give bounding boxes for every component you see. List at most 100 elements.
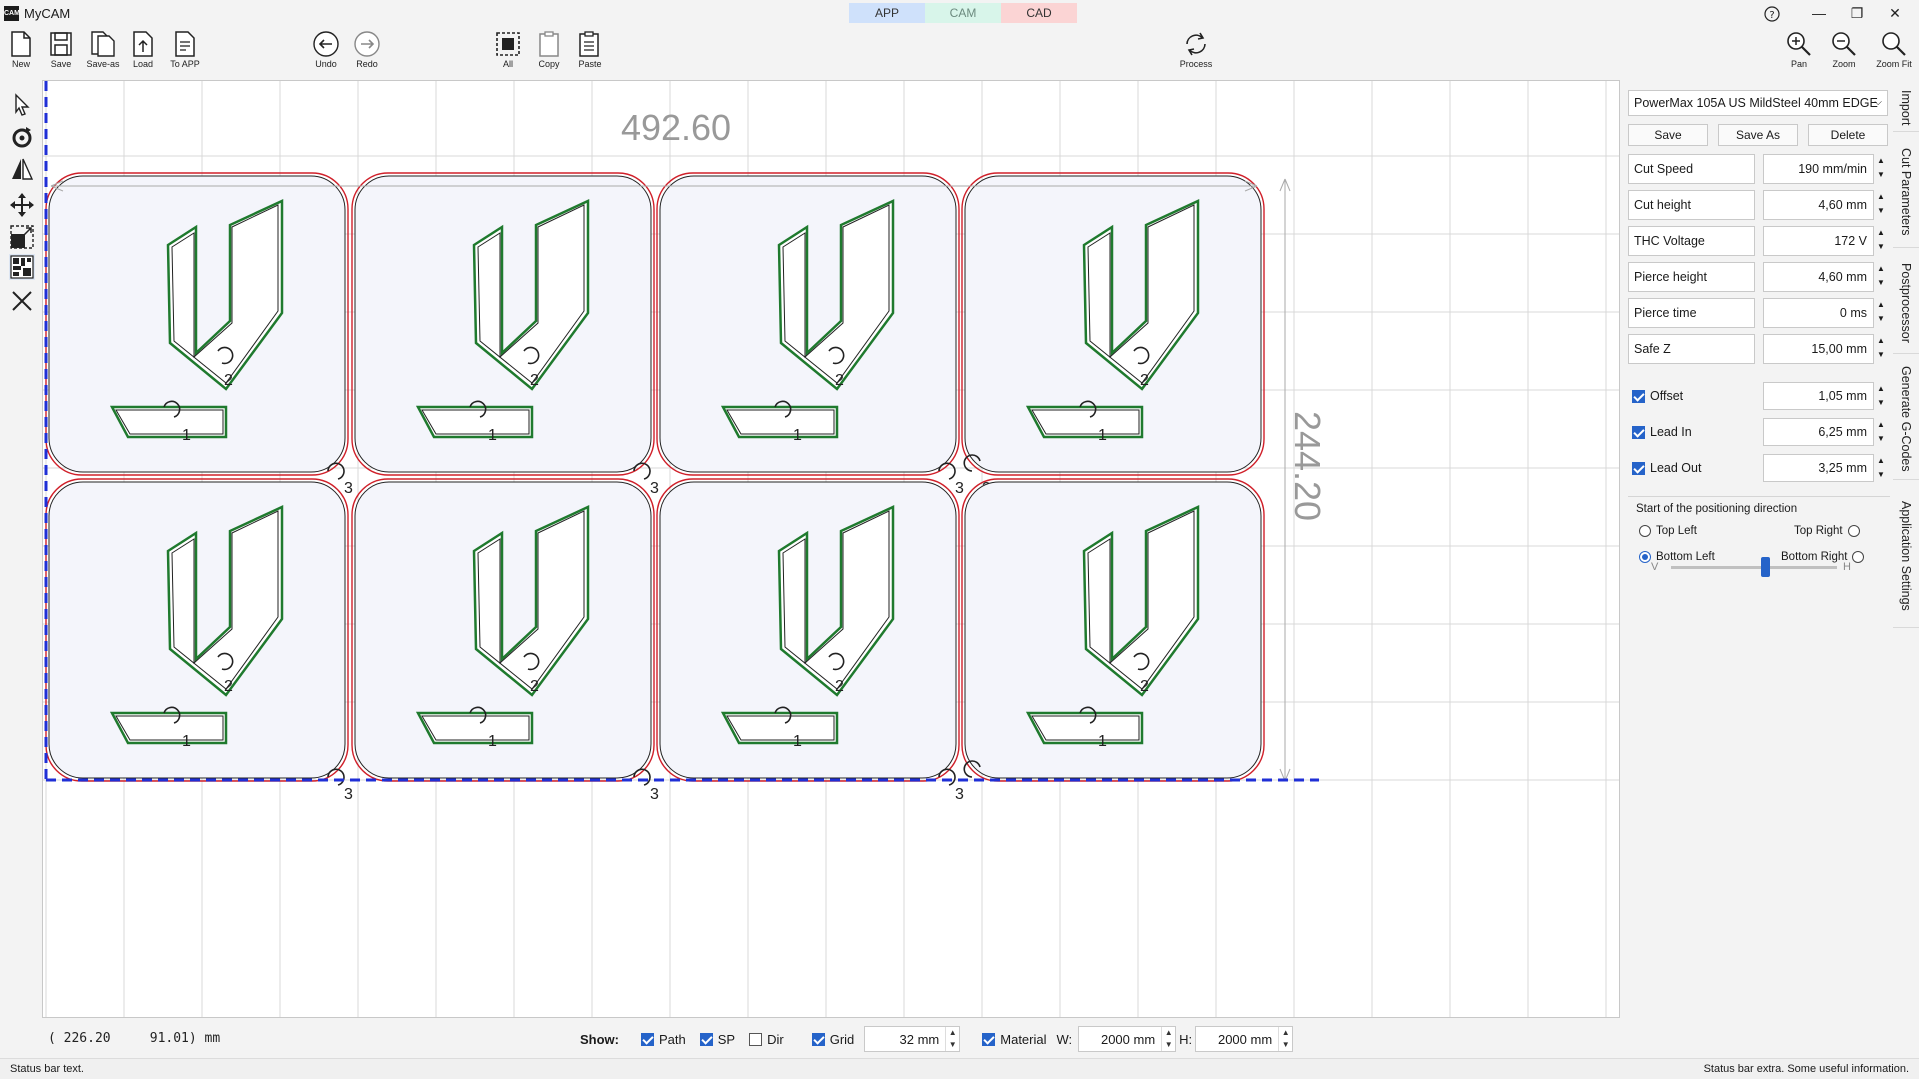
material-height-stepper[interactable]: 2000 mm ▲ ▼ bbox=[1195, 1026, 1294, 1052]
nest-tool[interactable] bbox=[9, 254, 35, 280]
offset-toggle[interactable]: Offset bbox=[1632, 389, 1683, 403]
to-app-button[interactable]: To APP bbox=[164, 30, 206, 78]
grid-size-value[interactable]: 32 mm bbox=[865, 1032, 945, 1047]
lead-in-checkbox[interactable] bbox=[1632, 425, 1645, 439]
part-0-1[interactable]: 1 2 3 bbox=[351, 172, 659, 497]
rotate-tool[interactable] bbox=[9, 124, 35, 150]
copy-button[interactable]: Copy bbox=[528, 30, 570, 78]
offset-input[interactable]: 1,05 mm bbox=[1763, 382, 1874, 410]
lead-in-input[interactable]: 6,25 mm bbox=[1763, 418, 1874, 446]
new-button[interactable]: New bbox=[0, 30, 42, 78]
material-height-value[interactable]: 2000 mm bbox=[1196, 1032, 1278, 1047]
pierce-height-input[interactable]: 4,60 mm bbox=[1763, 262, 1874, 292]
delete-tool[interactable] bbox=[9, 288, 35, 314]
lead-out-toggle[interactable]: Lead Out bbox=[1632, 461, 1701, 475]
dir-toggle[interactable]: Dir bbox=[749, 1032, 784, 1047]
part-1-1[interactable]: 1 2 3 bbox=[351, 478, 659, 803]
stepper-arrows-icon[interactable]: ▲ ▼ bbox=[1874, 454, 1888, 482]
safe-z-input[interactable]: 15,00 mm bbox=[1763, 334, 1874, 364]
stepper-arrows-icon[interactable]: ▲ ▼ bbox=[1874, 418, 1888, 446]
stepper-arrows-icon[interactable]: ▲ ▼ bbox=[1874, 190, 1888, 220]
stepper-arrows-icon[interactable]: ▲ ▼ bbox=[1874, 298, 1888, 328]
preset-save-as-button[interactable]: Save As bbox=[1718, 124, 1798, 146]
offset-checkbox[interactable] bbox=[1632, 389, 1645, 403]
radio-top-left[interactable]: Top Left bbox=[1639, 525, 1697, 537]
redo-button[interactable]: Redo bbox=[346, 30, 388, 78]
material-toggle[interactable]: Material bbox=[982, 1032, 1047, 1047]
grid-size-stepper[interactable]: 32 mm ▲ ▼ bbox=[864, 1026, 961, 1052]
cut-speed-input[interactable]: 190 mm/min bbox=[1763, 154, 1874, 184]
select-all-button[interactable]: All bbox=[487, 30, 529, 78]
pan-button[interactable]: Pan bbox=[1778, 30, 1820, 78]
stepper-arrows-icon[interactable]: ▲ ▼ bbox=[1278, 1027, 1292, 1051]
process-button[interactable]: Process bbox=[1174, 30, 1218, 78]
preset-dropdown[interactable]: PowerMax 105A US MildSteel 40mm EDGE ⌵ bbox=[1628, 90, 1888, 116]
mirror-tool[interactable] bbox=[9, 156, 35, 182]
load-button[interactable]: Load bbox=[122, 30, 164, 78]
grid-toggle[interactable]: Grid bbox=[811, 1032, 854, 1047]
tab-application-settings[interactable]: Application Settings bbox=[1893, 484, 1919, 628]
undo-button[interactable]: Undo bbox=[305, 30, 347, 78]
material-checkbox[interactable] bbox=[982, 1032, 996, 1046]
tab-generate-g-codes[interactable]: Generate G-Codes bbox=[1893, 358, 1919, 480]
direction-slider-track[interactable] bbox=[1671, 566, 1837, 569]
material-width-value[interactable]: 2000 mm bbox=[1079, 1032, 1161, 1047]
scale-tool[interactable] bbox=[9, 224, 35, 250]
stepper-arrows-icon[interactable]: ▲ ▼ bbox=[945, 1027, 959, 1051]
part-0-2[interactable]: 1 2 3 bbox=[656, 172, 964, 497]
tab-cam[interactable]: CAM bbox=[925, 3, 1001, 23]
path-toggle[interactable]: Path bbox=[641, 1032, 686, 1047]
radio-top-right-dot[interactable] bbox=[1847, 525, 1860, 537]
load-icon bbox=[133, 31, 153, 57]
stepper-arrows-icon[interactable]: ▲ ▼ bbox=[1874, 382, 1888, 410]
tab-postprocessor[interactable]: Postprocessor bbox=[1893, 252, 1919, 354]
direction-slider-thumb[interactable] bbox=[1761, 557, 1770, 577]
part-1-2[interactable]: 1 2 3 bbox=[656, 478, 964, 803]
part-0-0[interactable]: 1 2 3 bbox=[45, 172, 353, 497]
part-0-3[interactable]: 123 bbox=[961, 172, 1265, 497]
radio-bottom-left-dot[interactable] bbox=[1639, 551, 1651, 563]
part-1-3[interactable]: 12 bbox=[961, 478, 1265, 782]
tab-app[interactable]: APP bbox=[849, 3, 925, 23]
tab-cut-parameters[interactable]: Cut Parameters bbox=[1893, 136, 1919, 248]
stepper-arrows-icon[interactable]: ▲ ▼ bbox=[1874, 262, 1888, 292]
tab-cad[interactable]: CAD bbox=[1001, 3, 1077, 23]
drawing-canvas[interactable]: 12312312312312312312312 492.60 244.20 bbox=[42, 80, 1620, 1018]
move-tool[interactable] bbox=[9, 192, 35, 218]
tab-import[interactable]: Import bbox=[1893, 84, 1919, 132]
canvas-svg[interactable]: 12312312312312312312312 492.60 244.20 bbox=[43, 81, 1619, 1017]
material-width-stepper[interactable]: 2000 mm ▲ ▼ bbox=[1078, 1026, 1177, 1052]
thc-voltage-input[interactable]: 172 V bbox=[1763, 226, 1874, 256]
preset-save-button[interactable]: Save bbox=[1628, 124, 1708, 146]
part-1-0[interactable]: 1 2 3 bbox=[45, 478, 353, 803]
lead-in-toggle[interactable]: Lead In bbox=[1632, 425, 1692, 439]
zoom-button[interactable]: Zoom bbox=[1823, 30, 1865, 78]
close-button[interactable]: ✕ bbox=[1872, 0, 1918, 27]
radio-top-right[interactable]: Top Right bbox=[1794, 525, 1860, 537]
stepper-arrows-icon[interactable]: ▲ ▼ bbox=[1161, 1027, 1175, 1051]
sp-toggle[interactable]: SP bbox=[699, 1032, 735, 1047]
grid-checkbox[interactable] bbox=[811, 1032, 825, 1046]
radio-bottom-right[interactable]: Bottom Right bbox=[1781, 551, 1865, 563]
dir-checkbox[interactable] bbox=[749, 1032, 763, 1046]
save-button[interactable]: Save bbox=[40, 30, 82, 78]
help-icon[interactable]: ? bbox=[1749, 0, 1795, 27]
radio-top-left-dot[interactable] bbox=[1639, 525, 1651, 537]
pierce-time-input[interactable]: 0 ms bbox=[1763, 298, 1874, 328]
preset-delete-button[interactable]: Delete bbox=[1808, 124, 1888, 146]
chevron-down-icon[interactable]: ⌵ bbox=[1874, 91, 1882, 115]
sp-checkbox[interactable] bbox=[699, 1032, 713, 1046]
radio-bottom-right-dot[interactable] bbox=[1852, 551, 1865, 563]
select-tool[interactable] bbox=[9, 92, 35, 118]
lead-out-input[interactable]: 3,25 mm bbox=[1763, 454, 1874, 482]
stepper-arrows-icon[interactable]: ▲ ▼ bbox=[1874, 226, 1888, 256]
lead-out-checkbox[interactable] bbox=[1632, 461, 1645, 475]
zoom-fit-button[interactable]: Zoom Fit bbox=[1873, 30, 1915, 78]
path-checkbox[interactable] bbox=[641, 1032, 654, 1046]
cut-height-input[interactable]: 4,60 mm bbox=[1763, 190, 1874, 220]
lead-label-2: 2 bbox=[1140, 678, 1149, 695]
stepper-arrows-icon[interactable]: ▲ ▼ bbox=[1874, 154, 1888, 184]
stepper-arrows-icon[interactable]: ▲ ▼ bbox=[1874, 334, 1888, 364]
save-as-button[interactable]: Save-as bbox=[82, 30, 124, 78]
paste-button[interactable]: Paste bbox=[569, 30, 611, 78]
